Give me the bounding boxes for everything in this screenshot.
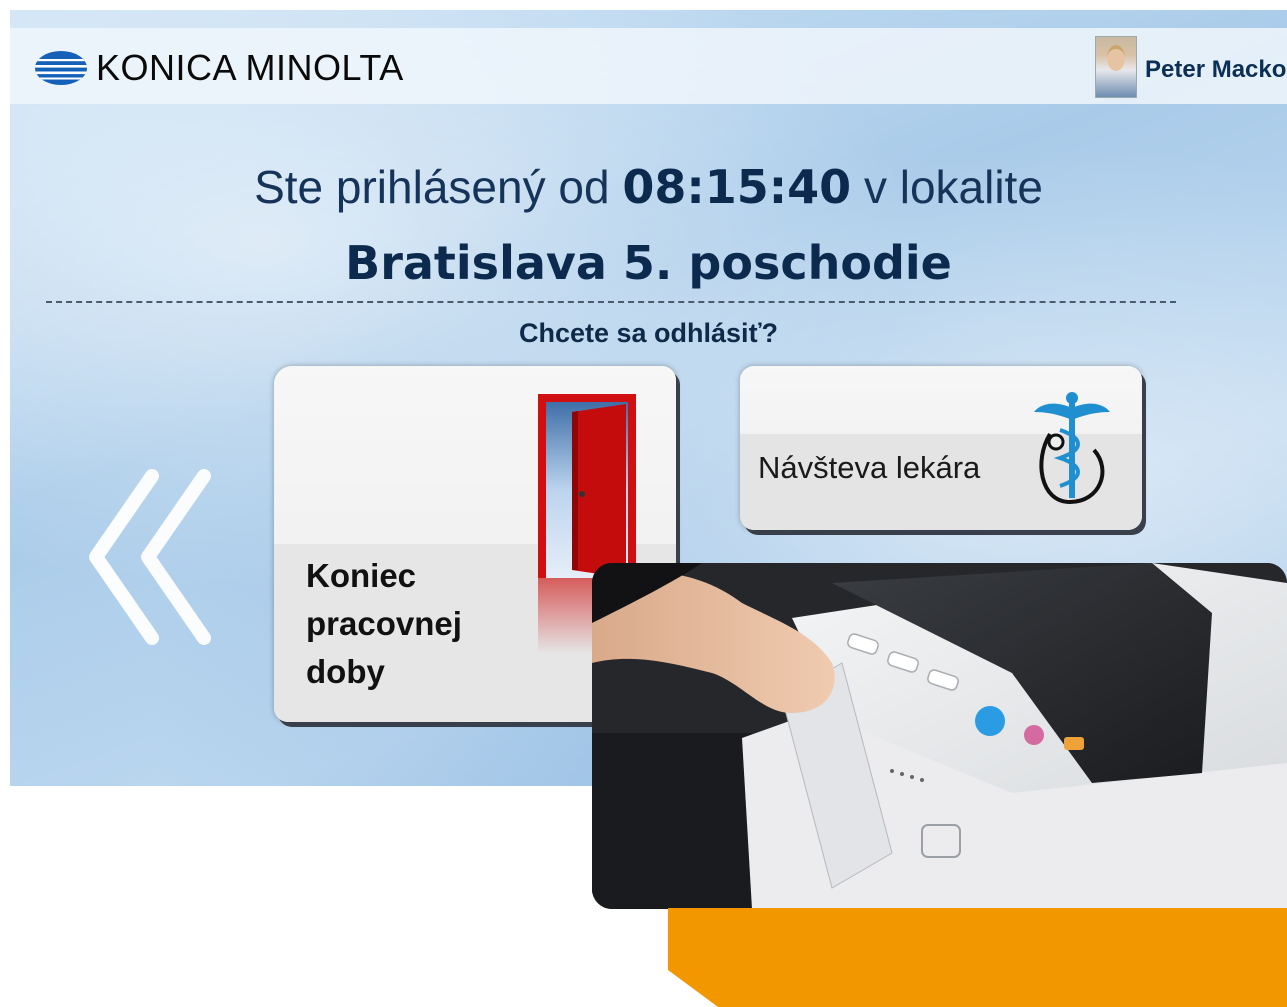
user-badge: Peter Macko xyxy=(1095,34,1287,98)
logout-question: Chcete sa odhlásiť? xyxy=(518,318,778,348)
printer-card-photo xyxy=(592,563,1287,909)
avatar xyxy=(1095,36,1137,98)
login-prefix: Ste prihlásený od xyxy=(254,161,610,213)
login-info: Ste prihlásený od 08:15:40 v lokalite xyxy=(10,160,1287,214)
header-bar: KONICA MINOLTA Peter Macko xyxy=(10,28,1287,104)
divider xyxy=(46,301,1176,303)
back-button[interactable] xyxy=(82,462,222,652)
doctor-visit-tile[interactable]: Návšteva lekára xyxy=(740,366,1142,530)
globe-logo-icon xyxy=(35,51,87,85)
caduceus-stethoscope-icon xyxy=(1034,392,1110,505)
location-name: Bratislava 5. poschodie xyxy=(345,236,952,290)
end-of-work-label: Koniec pracovnej doby xyxy=(306,557,462,690)
orange-accent-block xyxy=(668,908,1287,1007)
login-suffix: v lokalite xyxy=(863,161,1043,213)
doctor-visit-label: Návšteva lekára xyxy=(758,450,981,485)
user-name: Peter Macko xyxy=(1145,56,1287,83)
login-time: 08:15:40 xyxy=(622,160,852,214)
logo-wordmark: KONICA MINOLTA xyxy=(96,47,404,88)
double-chevron-left-icon xyxy=(89,469,211,645)
